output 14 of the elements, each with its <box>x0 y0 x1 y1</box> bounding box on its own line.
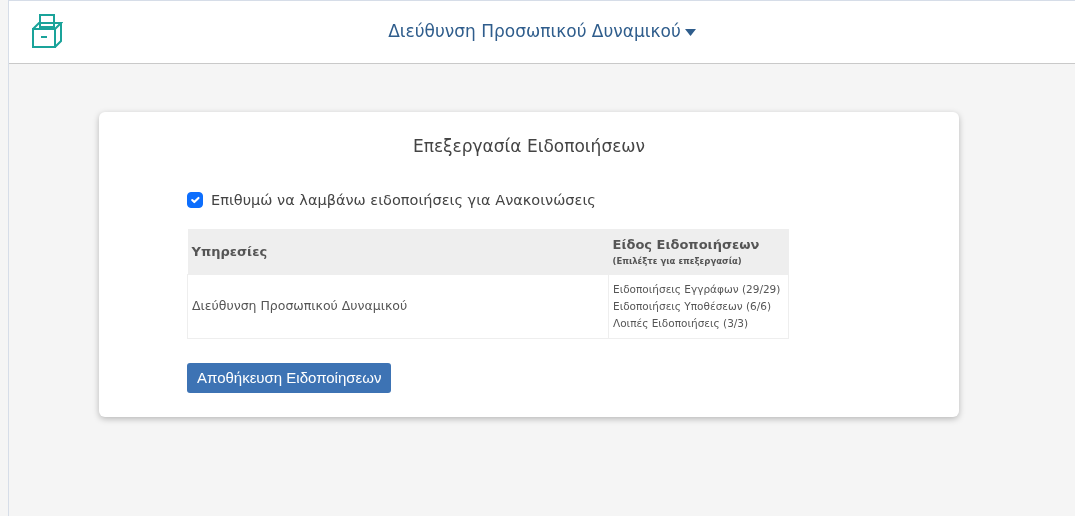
column-header: Υπηρεσίες <box>187 229 609 274</box>
save-button[interactable]: Αποθήκευση Ειδοποίησεων <box>187 362 392 393</box>
announcements-checkbox[interactable] <box>187 192 203 209</box>
notification-type-link[interactable]: Λοιπές Ειδοποιήσεις (3/3) <box>613 314 784 332</box>
checkbox-label[interactable]: Επιθυμώ να λαμβάνω ειδοποιήσεις για Ανακοινώσεις <box>211 189 596 212</box>
notification-type-link[interactable]: Ειδοποιήσεις Εγγράφων (29/29) <box>613 280 784 298</box>
panel-title: Επεξεργασία Ειδοποιήσεων <box>411 135 647 158</box>
column-header: Είδος Ειδοποιήσεων <box>612 236 761 255</box>
column-hint: (Επιλέξτε για επεξεργασία) <box>612 254 743 268</box>
archive-box-icon <box>31 13 63 49</box>
caret-icon <box>684 28 696 36</box>
service-cell: Διεύθυνση Προσωπικού Δυναμικού <box>187 274 609 338</box>
department-dropdown[interactable]: Διεύθυνση Προσωπικού Δυναμικού <box>382 18 702 46</box>
notification-type-link[interactable]: Ειδοποιήσεις Υποθέσεων (6/6) <box>613 297 784 315</box>
